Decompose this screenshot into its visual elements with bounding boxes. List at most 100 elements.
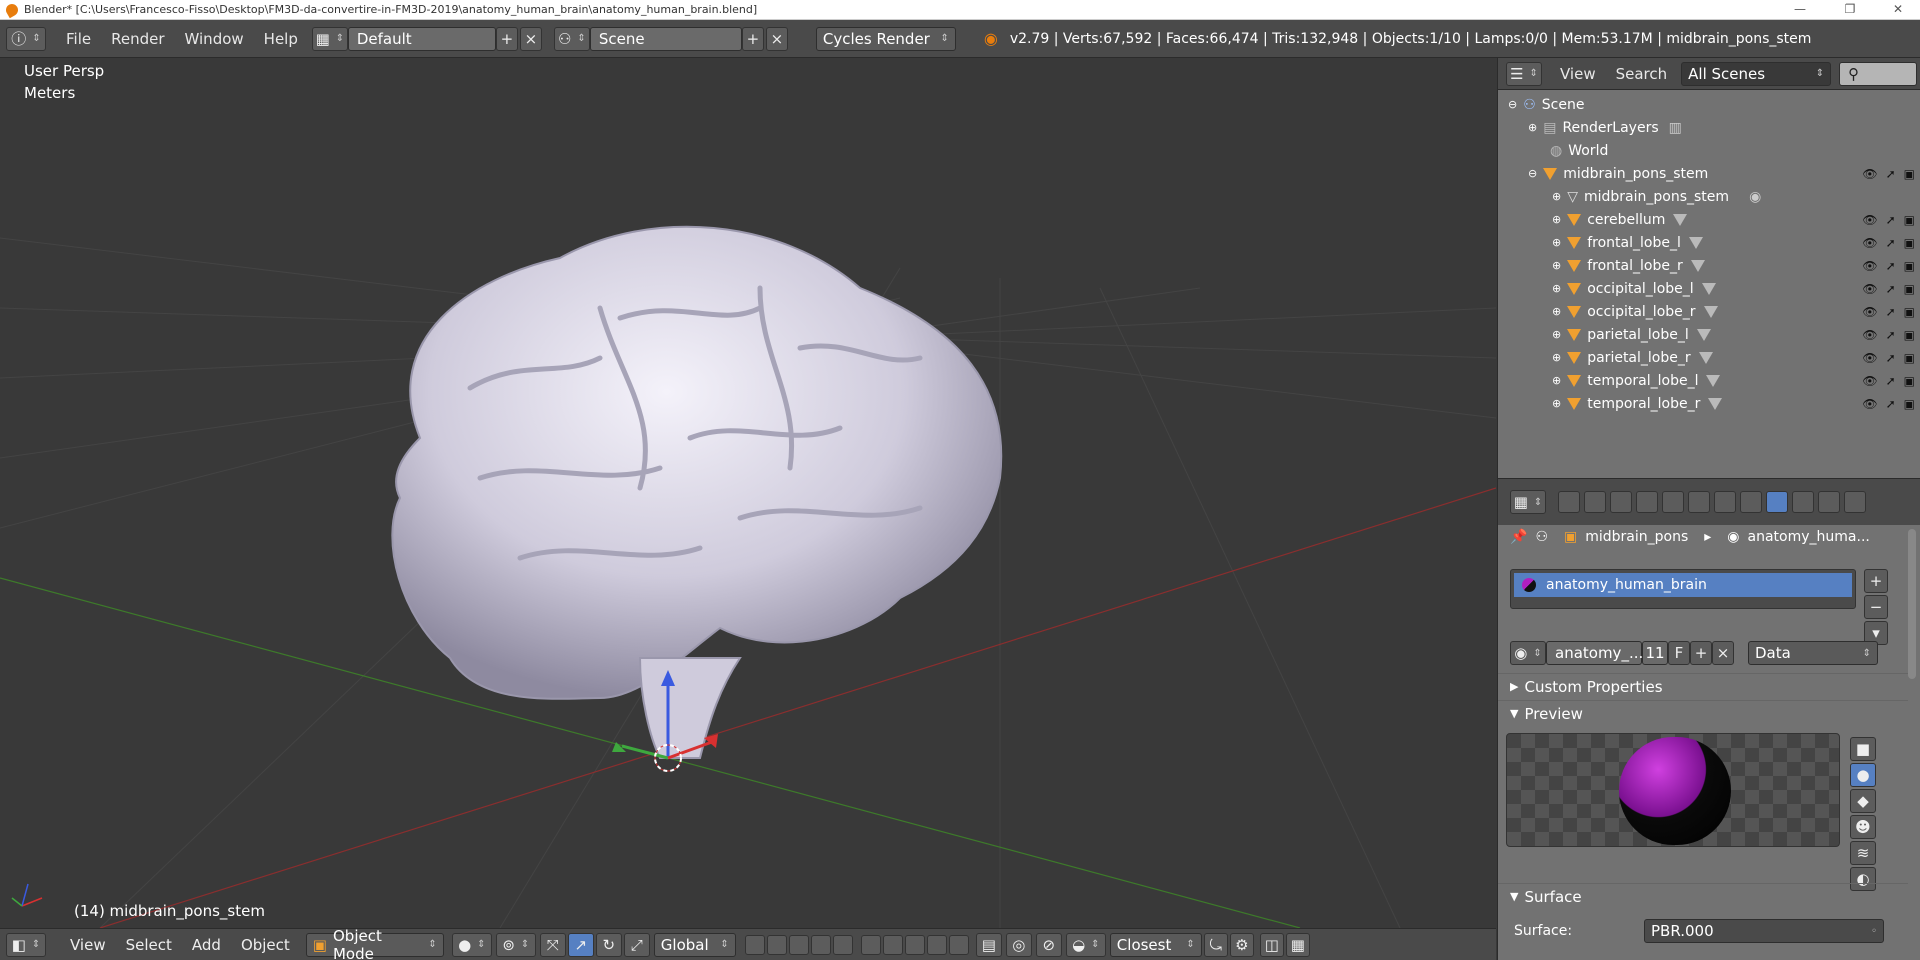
layer-buttons[interactable] — [744, 934, 854, 955]
editor-type-outliner-icon[interactable]: ☰ ⇕ — [1506, 61, 1542, 86]
transform-orientation-select[interactable]: Global ⇕ — [653, 932, 736, 957]
outliner-item-midbrain-mesh[interactable]: ⊕ ▽ midbrain_pons_stem ◉ — [1498, 185, 1920, 208]
texture-tab-icon[interactable] — [1792, 491, 1814, 513]
expand-icon[interactable]: ⊕ — [1552, 374, 1561, 387]
menu-render[interactable]: Render — [101, 30, 174, 48]
modifiers-tab-icon[interactable] — [1714, 491, 1736, 513]
restrict-columns[interactable]: 👁 ➚ ▣ — [1862, 328, 1915, 342]
new-material-button[interactable]: + — [1690, 641, 1712, 665]
menu-select[interactable]: Select — [116, 936, 182, 954]
material-slot-item[interactable]: anatomy_human_brain — [1514, 573, 1852, 597]
surface-shader-select[interactable]: PBR.000 ◦ — [1644, 919, 1884, 943]
material-name-field[interactable]: anatomy_... — [1546, 641, 1643, 665]
physics-tab-icon[interactable] — [1844, 491, 1866, 513]
scene-field[interactable]: Scene — [589, 26, 742, 51]
editor-type-3d-icon[interactable]: ◧ ⇕ — [6, 932, 46, 957]
restrict-columns[interactable]: 👁 ➚ ▣ — [1862, 374, 1915, 388]
outliner-item-parietal-lobe-l[interactable]: ⊕ parietal_lobe_l 👁 ➚ ▣ — [1498, 323, 1920, 346]
expand-icon[interactable]: ⊕ — [1552, 351, 1561, 364]
outliner-item-occipital-lobe-r[interactable]: ⊕ occipital_lobe_r 👁 ➚ ▣ — [1498, 300, 1920, 323]
rotate-manipulator-icon[interactable]: ↻ — [595, 932, 622, 957]
menu-object[interactable]: Object — [231, 936, 300, 954]
outliner-item-scene[interactable]: ⊖ ⚇ Scene — [1498, 93, 1920, 116]
menu-help[interactable]: Help — [254, 30, 308, 48]
fake-user-button[interactable]: F — [1668, 641, 1690, 665]
render-image-icon[interactable]: ◫ — [1259, 932, 1284, 957]
constraints-tab-icon[interactable] — [1688, 491, 1710, 513]
screen-layout-icon[interactable]: ▦ ⇕ — [311, 26, 348, 51]
browse-material-icon[interactable]: ◉ ⇕ — [1510, 641, 1546, 665]
viewport-shading-icon[interactable]: ● ⇕ — [451, 932, 492, 957]
render-tab-icon[interactable] — [1558, 491, 1580, 513]
mode-select[interactable]: ▣ Object Mode ⇕ — [305, 927, 444, 960]
menu-add[interactable]: Add — [182, 936, 231, 954]
maximize-button[interactable]: ❐ — [1830, 0, 1870, 20]
collapse-icon[interactable]: ⊖ — [1508, 98, 1517, 111]
pin-icon[interactable]: 📌 — [1510, 529, 1527, 545]
outliner-menu-view[interactable]: View — [1550, 65, 1606, 83]
manipulator-toggle-icon[interactable]: ⤧ — [539, 932, 566, 957]
menu-view[interactable]: View — [60, 936, 116, 954]
world-tab-icon[interactable] — [1636, 491, 1658, 513]
remove-layout-button[interactable]: × — [519, 26, 542, 51]
unlink-material-button[interactable]: × — [1712, 641, 1734, 665]
material-tab-icon[interactable] — [1766, 491, 1788, 513]
editor-type-properties-icon[interactable]: ▦ ⇕ — [1510, 490, 1546, 514]
outliner-item-temporal-lobe-r[interactable]: ⊕ temporal_lobe_r 👁 ➚ ▣ — [1498, 392, 1920, 415]
render-engine-select[interactable]: Cycles Render ⇕ — [815, 26, 956, 51]
outliner-item-renderlayers[interactable]: ⊕ ▤ RenderLayers ▥ — [1498, 116, 1920, 139]
preview-sphere-icon[interactable]: ● — [1850, 763, 1876, 787]
menu-file[interactable]: File — [56, 30, 101, 48]
render-layers-tab-icon[interactable] — [1584, 491, 1606, 513]
add-slot-button[interactable]: + — [1864, 569, 1888, 593]
3d-viewport[interactable]: User Persp Meters (14) midbrain_pons_ste… — [0, 58, 1496, 928]
preview-panel[interactable]: ▼ Preview — [1498, 700, 1908, 726]
add-scene-button[interactable]: + — [741, 26, 764, 51]
layer-buttons-2[interactable] — [860, 934, 970, 955]
expand-icon[interactable]: ⊕ — [1552, 190, 1561, 203]
menu-window[interactable]: Window — [175, 30, 254, 48]
align-rotation-icon[interactable]: ⤿ — [1203, 932, 1228, 957]
render-animation-icon[interactable]: ▦ — [1285, 932, 1310, 957]
expand-icon[interactable]: ⊕ — [1552, 328, 1561, 341]
surface-panel[interactable]: ▼ Surface — [1498, 883, 1908, 909]
brain-mesh[interactable] — [391, 225, 1003, 759]
expand-icon[interactable]: ⊕ — [1552, 213, 1561, 226]
outliner-menu-search[interactable]: Search — [1606, 65, 1678, 83]
expand-icon[interactable]: ⊕ — [1552, 305, 1561, 318]
snap-target-select[interactable]: Closest ⇕ — [1109, 932, 1202, 957]
add-layout-button[interactable]: + — [495, 26, 518, 51]
outliner-item-parietal-lobe-r[interactable]: ⊕ parietal_lobe_r 👁 ➚ ▣ — [1498, 346, 1920, 369]
restrict-columns[interactable]: 👁 ➚ ▣ — [1862, 305, 1915, 319]
snap-toggle-icon[interactable]: ⊘ — [1035, 932, 1062, 957]
link-select[interactable]: Data ⇕ — [1748, 641, 1878, 665]
restrict-columns[interactable]: 👁 ➚ ▣ — [1862, 397, 1915, 411]
translate-manipulator-icon[interactable]: ↗ — [567, 932, 594, 957]
preview-flat-icon[interactable]: ■ — [1850, 737, 1876, 761]
material-slot-list[interactable]: anatomy_human_brain — [1510, 569, 1856, 609]
pivot-point-icon[interactable]: ⊚ ⇕ — [495, 932, 536, 957]
restrict-columns[interactable]: 👁 ➚ ▣ — [1862, 282, 1915, 296]
proportional-edit-icon[interactable]: ◎ — [1005, 932, 1032, 957]
expand-icon[interactable]: ⊕ — [1552, 236, 1561, 249]
expand-icon[interactable]: ⊕ — [1552, 282, 1561, 295]
outliner-item-occipital-lobe-l[interactable]: ⊕ occipital_lobe_l 👁 ➚ ▣ — [1498, 277, 1920, 300]
scale-manipulator-icon[interactable]: ⤢ — [623, 932, 650, 957]
screen-layout-field[interactable]: Default — [347, 26, 496, 51]
collapse-icon[interactable]: ⊖ — [1528, 167, 1537, 180]
remove-scene-button[interactable]: × — [765, 26, 788, 51]
properties-scrollbar[interactable] — [1908, 529, 1916, 679]
expand-icon[interactable]: ⊕ — [1552, 397, 1561, 410]
custom-properties-panel[interactable]: ▶ Custom Properties — [1498, 673, 1908, 699]
particles-tab-icon[interactable] — [1818, 491, 1840, 513]
lock-layers-icon[interactable]: ▤ — [975, 932, 1002, 957]
outliner-item-midbrain-object[interactable]: ⊖ midbrain_pons_stem 👁 ➚ ▣ — [1498, 162, 1920, 185]
object-tab-icon[interactable] — [1662, 491, 1684, 513]
users-count[interactable]: 11 — [1642, 641, 1668, 665]
outliner-item-frontal-lobe-l[interactable]: ⊕ frontal_lobe_l 👁 ➚ ▣ — [1498, 231, 1920, 254]
restrict-columns[interactable]: 👁 ➚ ▣ — [1862, 236, 1915, 250]
snap-project-icon[interactable]: ⚙ — [1229, 932, 1254, 957]
restrict-columns[interactable]: 👁 ➚ ▣ — [1862, 259, 1915, 273]
editor-type-info-icon[interactable]: ⓘ ⇕ — [6, 26, 46, 51]
restrict-columns[interactable]: 👁 ➚ ▣ — [1862, 213, 1915, 227]
